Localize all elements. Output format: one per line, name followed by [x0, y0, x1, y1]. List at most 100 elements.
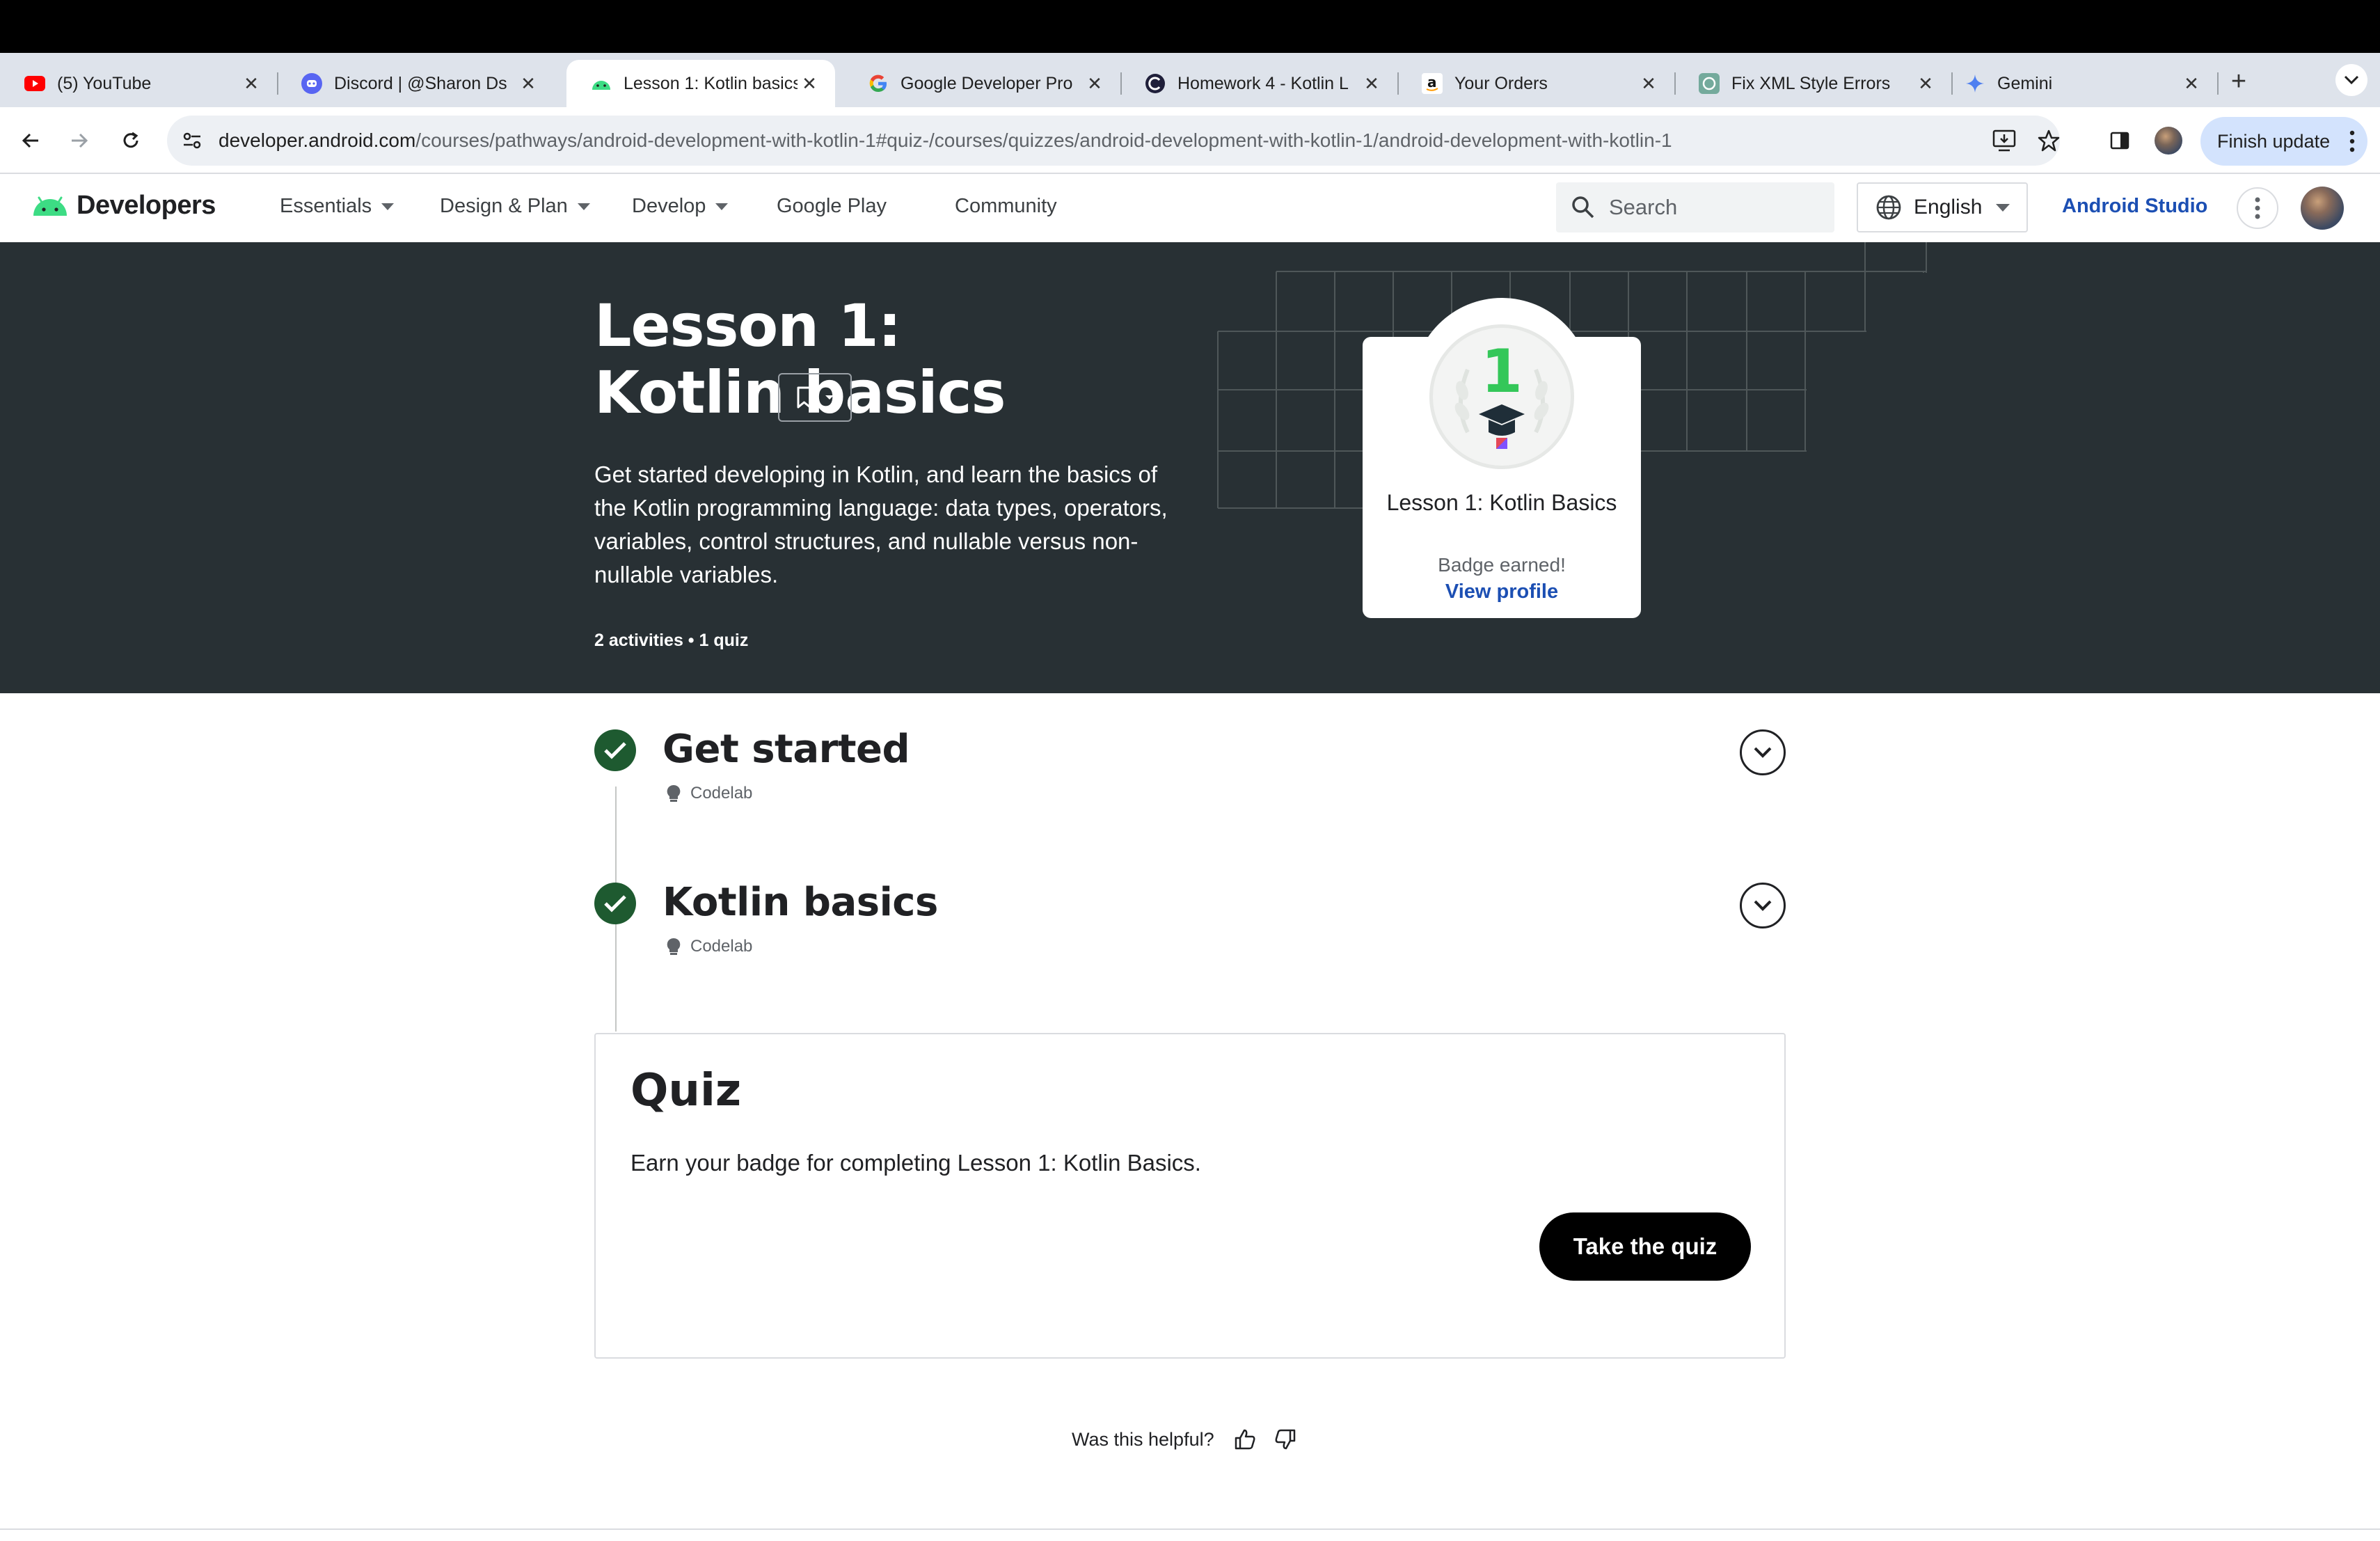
site-header: Developers Essentials Design & Plan Deve…: [0, 174, 2380, 242]
tab-lesson-kotlin[interactable]: Lesson 1: Kotlin basics ✕: [566, 60, 835, 107]
language-selector[interactable]: English: [1857, 182, 2028, 232]
side-panel-button[interactable]: [2103, 124, 2136, 157]
nav-develop[interactable]: Develop: [632, 195, 729, 218]
more-vertical-icon: [2349, 130, 2355, 152]
lesson-hero: Lesson 1: Kotlin basics Get started deve…: [0, 242, 2380, 693]
language-label: English: [1914, 196, 1983, 219]
bookmark-button[interactable]: [778, 373, 852, 422]
close-tab-icon[interactable]: ✕: [798, 73, 821, 95]
profile-button[interactable]: [2152, 124, 2185, 157]
activity-title: Kotlin basics: [663, 880, 938, 925]
chevron-down-icon: [1754, 900, 1772, 911]
take-quiz-button[interactable]: Take the quiz: [1539, 1212, 1751, 1281]
close-tab-icon[interactable]: ✕: [2180, 73, 2203, 95]
more-options-button[interactable]: [2237, 187, 2278, 229]
feedback-row: Was this helpful?: [1072, 1427, 1298, 1452]
quiz-description: Earn your badge for completing Lesson 1:…: [630, 1150, 1201, 1176]
chevron-down-icon: [1754, 747, 1772, 758]
footer-divider: [0, 1528, 2380, 1530]
tab-youtube[interactable]: (5) YouTube ✕: [0, 60, 278, 107]
close-tab-icon[interactable]: ✕: [1360, 73, 1383, 95]
arrow-left-icon: [22, 133, 38, 148]
tab-fix-xml[interactable]: Fix XML Style Errors ✕: [1674, 60, 1953, 107]
forward-button[interactable]: [63, 124, 96, 157]
tab-title: Google Developer Pro: [901, 73, 1073, 93]
decorative-grid: [1217, 242, 1927, 509]
tab-google-developer[interactable]: Google Developer Pro ✕: [843, 60, 1122, 107]
gemini-icon: [1964, 72, 1986, 95]
nav-label: Essentials: [280, 195, 372, 217]
nav-label: Design & Plan: [440, 195, 568, 217]
tab-title: Your Orders: [1454, 73, 1548, 93]
nav-community[interactable]: Community: [955, 195, 1057, 218]
tab-title: Discord | @Sharon Ds: [334, 73, 507, 93]
search-icon: [1572, 196, 1594, 219]
tab-homework[interactable]: Homework 4 - Kotlin L ✕: [1120, 60, 1399, 107]
badge-icon: 1: [1429, 324, 1574, 469]
android-icon: [590, 72, 612, 95]
svg-text:a: a: [1427, 74, 1437, 90]
tab-title: Lesson 1: Kotlin basics: [624, 73, 798, 93]
expand-button[interactable]: [1740, 883, 1786, 928]
check-icon: [594, 729, 636, 771]
install-app-icon[interactable]: [1990, 127, 2018, 155]
close-tab-icon[interactable]: ✕: [1083, 73, 1106, 95]
tab-your-orders[interactable]: a Your Orders ✕: [1397, 60, 1676, 107]
tab-gemini[interactable]: Gemini ✕: [1940, 60, 2219, 107]
close-tab-icon[interactable]: ✕: [1637, 73, 1660, 95]
course-icon: [1144, 72, 1166, 95]
profile-avatar: [2155, 127, 2182, 155]
nav-google-play[interactable]: Google Play: [777, 195, 887, 218]
tab-title: Fix XML Style Errors: [1731, 73, 1891, 93]
activity-type: Codelab: [665, 784, 752, 803]
tab-title: Gemini: [1997, 73, 2053, 93]
android-studio-link[interactable]: Android Studio: [2062, 195, 2207, 218]
view-profile-link[interactable]: View profile: [1363, 580, 1641, 603]
nav-design-plan[interactable]: Design & Plan: [440, 195, 590, 218]
site-settings-icon[interactable]: [180, 128, 205, 153]
lightbulb-icon: [667, 784, 681, 802]
finish-update-label: Finish update: [2217, 130, 2331, 152]
expand-button[interactable]: [1740, 729, 1786, 775]
star-bookmark-icon[interactable]: [2035, 127, 2063, 155]
close-tab-icon[interactable]: ✕: [239, 73, 263, 95]
new-tab-button[interactable]: +: [2223, 67, 2254, 97]
browser-toolbar: developer.android.com/courses/pathways/a…: [0, 107, 2380, 174]
reload-button[interactable]: [114, 124, 148, 157]
android-logo-icon: [33, 196, 67, 216]
close-tab-icon[interactable]: ✕: [516, 73, 540, 95]
tab-search-button[interactable]: [2335, 64, 2367, 96]
url-domain: developer.android.com: [219, 129, 416, 151]
caret-down-icon: [715, 203, 729, 210]
activity-type-label: Codelab: [690, 784, 753, 803]
nav-label: Develop: [632, 195, 706, 217]
arrow-right-icon: [72, 133, 88, 148]
activity-get-started[interactable]: Get started Codelab: [594, 727, 1786, 813]
finish-update-button[interactable]: Finish update: [2200, 117, 2367, 166]
nav-label: Google Play: [777, 195, 887, 217]
tab-discord[interactable]: Discord | @Sharon Ds ✕: [277, 60, 554, 107]
chatgpt-icon: [1698, 72, 1720, 95]
amazon-icon: a: [1421, 72, 1443, 95]
close-tab-icon[interactable]: ✕: [1914, 73, 1937, 95]
discord-icon: [301, 72, 323, 95]
back-button[interactable]: [14, 124, 47, 157]
thumbs-down-icon[interactable]: [1273, 1427, 1298, 1452]
developers-logo[interactable]: Developers: [32, 191, 216, 221]
activity-title: Get started: [663, 727, 910, 772]
account-avatar[interactable]: [2301, 187, 2344, 230]
lightbulb-icon: [667, 938, 681, 955]
search-input[interactable]: Search: [1556, 182, 1834, 232]
nav-essentials[interactable]: Essentials: [280, 195, 395, 218]
thumbs-up-icon[interactable]: [1232, 1427, 1258, 1452]
address-bar[interactable]: developer.android.com/courses/pathways/a…: [167, 116, 2060, 166]
caret-down-icon: [577, 203, 590, 210]
activity-kotlin-basics[interactable]: Kotlin basics Codelab: [594, 880, 1786, 966]
quiz-heading: Quiz: [630, 1065, 742, 1116]
tab-title: Homework 4 - Kotlin L: [1177, 73, 1349, 93]
url-path: /courses/pathways/android-development-wi…: [415, 129, 1672, 151]
url-text[interactable]: developer.android.com/courses/pathways/a…: [219, 129, 1672, 152]
caret-down-icon: [381, 203, 395, 210]
tab-title: (5) YouTube: [57, 73, 152, 93]
youtube-icon: [24, 72, 46, 95]
